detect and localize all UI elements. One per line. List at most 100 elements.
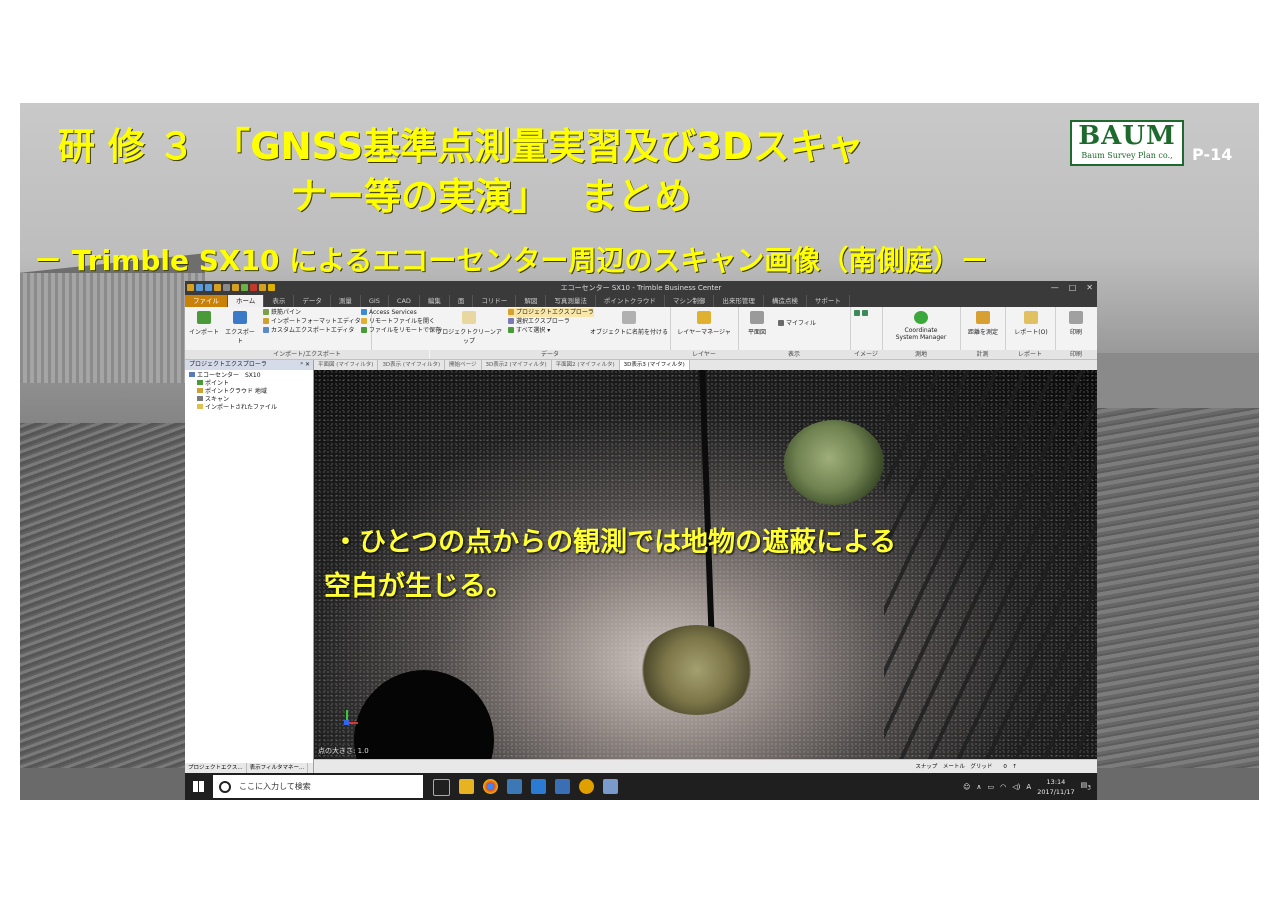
app-icon-3[interactable]: [555, 779, 570, 794]
ime-indicator[interactable]: A: [1026, 783, 1031, 791]
tab-corridor[interactable]: コリドー: [473, 295, 517, 307]
trimble-business-center-icon[interactable]: [579, 779, 594, 794]
globe-icon: [914, 311, 928, 324]
view-tab-plan[interactable]: 平面図 (マイフィルタ): [314, 360, 379, 370]
view-tab-start-page[interactable]: 開始ページ: [445, 360, 482, 370]
app-icon-2[interactable]: [531, 779, 546, 794]
app-icon-4[interactable]: [603, 779, 618, 794]
view-tab-3d-3[interactable]: 3D表示3 (マイフィルタ): [619, 360, 690, 370]
ribbon-item-access-services[interactable]: Access Services: [361, 308, 417, 317]
maximize-button[interactable]: □: [1069, 281, 1077, 295]
ribbon-item-project-explorer[interactable]: プロジェクトエクスプローラ: [508, 308, 594, 317]
tab-data[interactable]: データ: [294, 295, 331, 307]
tab-as-built[interactable]: 出来形管理: [714, 295, 764, 307]
logo-sub-text: Baum Survey Plan co.,: [1081, 151, 1173, 160]
export-button[interactable]: エクスポート: [223, 311, 257, 345]
tab-view[interactable]: 表示: [264, 295, 295, 307]
tab-surface[interactable]: 面: [450, 295, 474, 307]
app-icon-1[interactable]: [507, 779, 522, 794]
view-tab-3d-2[interactable]: 3D表示2 (マイフィルタ): [482, 360, 552, 370]
panel-pin-close[interactable]: ᵖ ✕: [300, 360, 310, 370]
tree-item-imported-files[interactable]: インポートされたファイル: [189, 404, 309, 412]
tab-point-cloud[interactable]: ポイントクラウド: [596, 295, 665, 307]
app-window: エコーセンター SX10 - Trimble Business Center —…: [185, 281, 1097, 800]
ribbon-item-save-remote[interactable]: ファイルをリモートで保存: [361, 326, 441, 335]
window-title: エコーセンター SX10 - Trimble Business Center: [560, 284, 722, 292]
footer-tab-project-explorer[interactable]: プロジェクトエクス...: [185, 763, 247, 773]
ribbon-item-open-remote[interactable]: リモートファイルを開く: [361, 317, 435, 326]
annotation-line1: ・ひとつの点からの観測では地物の遮蔽による: [332, 527, 897, 558]
ribbon-item-custom-export-editor[interactable]: カスタムエクスポートエディタ: [263, 326, 354, 335]
group-label-measure: 計測: [960, 350, 1005, 359]
coordinate-system-manager-button[interactable]: Coordinate System Manager: [886, 311, 956, 341]
tab-photogrammetry[interactable]: 写真測量法: [546, 295, 596, 307]
tab-drawing[interactable]: 解図: [516, 295, 547, 307]
ribbon-item-select-all[interactable]: すべて選択 ▾: [508, 326, 550, 335]
people-icon[interactable]: ☺: [963, 783, 970, 791]
view-tab-plan-2[interactable]: 平面図2 (マイフィルタ): [552, 360, 620, 370]
tab-gis[interactable]: GIS: [361, 295, 389, 307]
select-all-icon: [508, 327, 514, 333]
tab-home[interactable]: ホーム: [228, 295, 265, 307]
access-services-icon: [361, 309, 367, 315]
points-icon: [197, 380, 203, 385]
point-cloud-viewport[interactable]: ・ひとつの点からの観測では地物の遮蔽による 空白が生じる。 点の大きさ: 1.0: [314, 370, 1097, 759]
wifi-icon[interactable]: ◠: [1000, 783, 1006, 791]
background-grass-left: [20, 423, 205, 800]
background-bridge: [1097, 353, 1259, 408]
report-button[interactable]: レポート(O): [1011, 311, 1051, 336]
tree-item-point-cloud[interactable]: ポイントクラウド 地域: [189, 388, 309, 396]
windows-start-icon[interactable]: [193, 781, 204, 792]
group-data: プロジェクトクリーンアップ プロジェクトエクスプローラ 選択エクスプローラ すべ…: [430, 307, 671, 359]
chrome-icon[interactable]: [483, 779, 498, 794]
point-cloud-structure: [884, 370, 1097, 759]
title-bar: エコーセンター SX10 - Trimble Business Center —…: [185, 281, 1097, 295]
file-explorer-icon[interactable]: [459, 779, 474, 794]
taskbar-search-box[interactable]: ここに入力して検索: [213, 775, 423, 798]
point-cloud-icon: [197, 388, 203, 393]
tab-edit[interactable]: 編集: [420, 295, 450, 307]
footer-tab-view-filter[interactable]: 表示フィルタマネー...: [247, 763, 309, 773]
group-layer: レイヤーマネージャ レイヤー: [670, 307, 739, 359]
status-bar: スナップ メートル グリッド 0 ↑: [314, 759, 1097, 774]
tab-survey[interactable]: 測量: [331, 295, 361, 307]
tab-inspection[interactable]: 構造点検: [764, 295, 807, 307]
tab-cad[interactable]: CAD: [389, 295, 420, 307]
plan-view-button[interactable]: 平面図: [740, 311, 774, 336]
view-tab-3d[interactable]: 3D表示 (マイフィルタ): [378, 360, 446, 370]
tree-item-points[interactable]: ポイント: [189, 380, 309, 388]
layer-manager-button[interactable]: レイヤーマネージャ: [674, 311, 734, 336]
network-icon[interactable]: ▭: [988, 783, 995, 791]
tab-file[interactable]: ファイル: [185, 295, 228, 307]
minimize-button[interactable]: —: [1051, 281, 1059, 295]
volume-icon[interactable]: ◁): [1012, 783, 1020, 791]
tree-item-scans[interactable]: スキャン: [189, 396, 309, 404]
selection-icon: [508, 318, 514, 324]
group-import-export: インポート エクスポート 鉄筋パイン インポートフォーマットエディタ カスタムエ…: [185, 307, 441, 359]
ribbon-item-selection-explorer[interactable]: 選択エクスプローラ: [508, 317, 570, 326]
tab-support[interactable]: サポート: [807, 295, 850, 307]
slide-title-line1: 研 修 ３ 「GNSS基準点測量実習及び3Dスキャ: [58, 125, 864, 168]
export-editor-icon: [263, 327, 269, 333]
notification-icon[interactable]: ▤3: [1081, 781, 1091, 791]
image-tools[interactable]: [854, 309, 870, 318]
taskbar-clock[interactable]: 13:14 2017/11/17: [1037, 777, 1074, 797]
name-objects-button[interactable]: オブジェクトに名前を付ける: [590, 311, 668, 336]
report-icon: [1024, 311, 1038, 324]
print-button[interactable]: 印刷: [1059, 311, 1093, 336]
slide-background: 研 修 ３ 「GNSS基準点測量実習及び3Dスキャ ナー等の実演」 まとめ － …: [20, 103, 1259, 800]
tab-machine-control[interactable]: マシン制御: [665, 295, 715, 307]
task-view-icon[interactable]: [433, 779, 450, 796]
ribbon-item-rebar[interactable]: 鉄筋パイン: [263, 308, 301, 317]
project-cleanup-button[interactable]: プロジェクトクリーンアップ: [434, 311, 504, 345]
tree-root[interactable]: エコーセンター SX10: [189, 372, 309, 380]
ribbon-tabs: ファイル ホーム 表示 データ 測量 GIS CAD 編集 面 コリドー 解図 …: [185, 295, 1097, 307]
close-button[interactable]: ✕: [1086, 281, 1093, 295]
filter-dropdown[interactable]: マイフィル: [778, 319, 816, 328]
ribbon-item-import-format-editor[interactable]: インポートフォーマットエディタ: [263, 317, 361, 326]
import-button[interactable]: インポート: [187, 311, 221, 336]
measure-distance-button[interactable]: 距離を測定: [964, 311, 1002, 336]
project-explorer-header: プロジェクトエクスプローラ ᵖ ✕: [185, 360, 313, 370]
tray-expand-icon[interactable]: ∧: [976, 783, 981, 791]
format-editor-icon: [263, 318, 269, 324]
